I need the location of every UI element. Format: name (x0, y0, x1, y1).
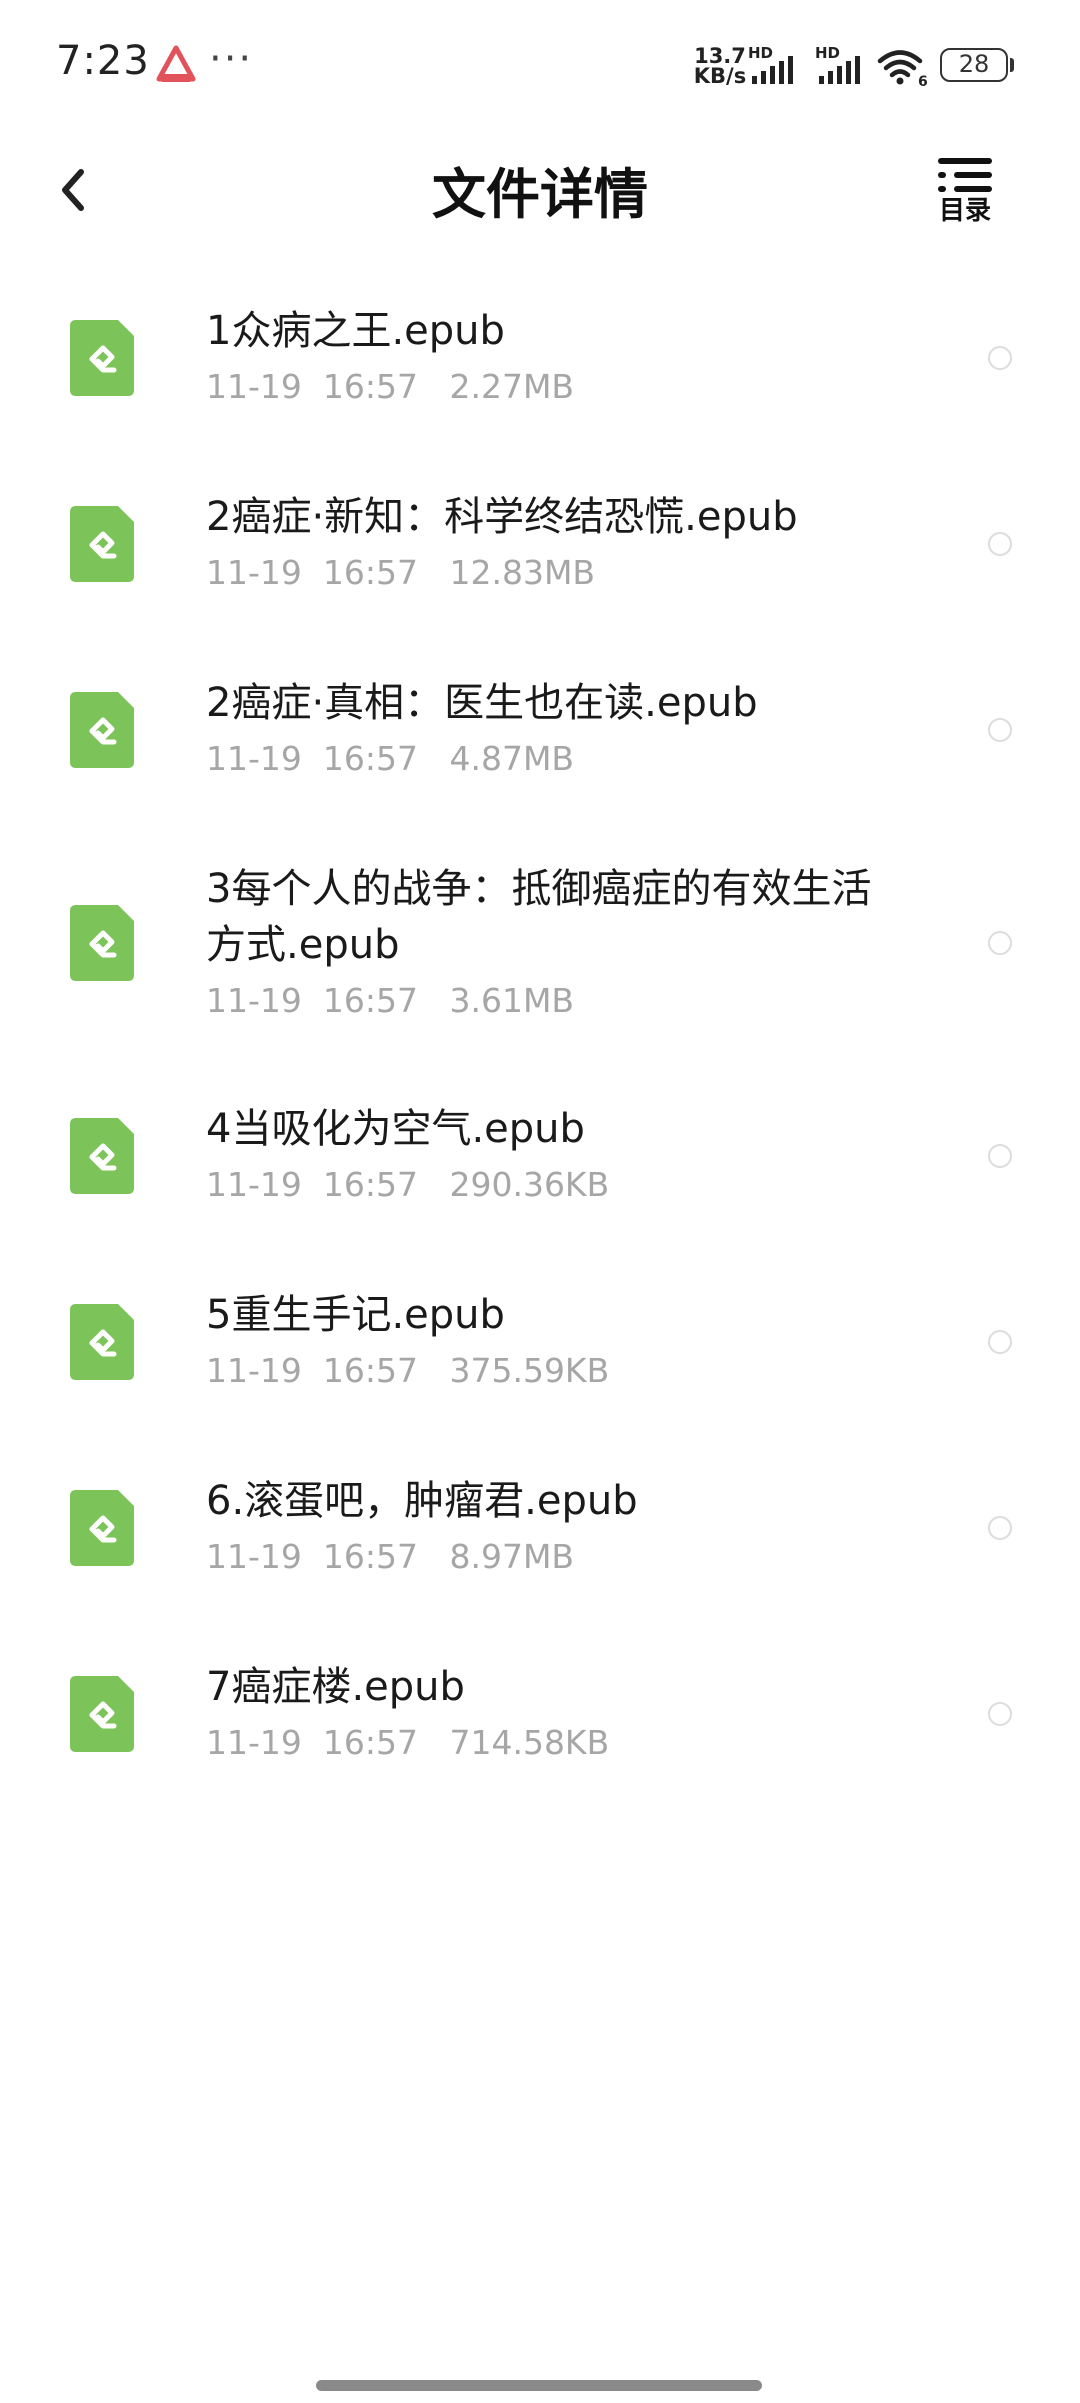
file-size: 8.97MB (449, 1537, 575, 1576)
select-radio[interactable] (988, 1330, 1012, 1354)
file-date: 11-19 (206, 553, 302, 592)
epub-file-icon (70, 905, 134, 981)
signal-2-hd-label: HD (815, 44, 840, 62)
network-speed-unit: KB/s (693, 64, 747, 88)
table-of-contents-button[interactable]: 目录 (930, 150, 1000, 230)
file-text: 4当吸化为空气.epub 11-19 16:57 290.36KB (206, 1101, 926, 1207)
page-title: 文件详情 (432, 163, 648, 226)
file-date: 11-19 (206, 981, 302, 1020)
file-date: 11-19 (206, 1723, 302, 1762)
epub-file-icon (70, 506, 134, 582)
epub-file-icon (70, 1118, 134, 1194)
file-date: 11-19 (206, 367, 302, 406)
signal-hd-label: HD (748, 44, 773, 62)
header: 文件详情 目录 (0, 140, 1080, 240)
file-time: 16:57 (322, 367, 418, 406)
list-item[interactable]: 2癌症·真相：医生也在读.epub 11-19 16:57 4.87MB (0, 637, 1080, 823)
file-name: 1众病之王.epub (206, 308, 505, 354)
file-size: 12.83MB (449, 553, 596, 592)
file-text: 2癌症·真相：医生也在读.epub 11-19 16:57 4.87MB (206, 675, 926, 781)
file-name: 6.滚蛋吧，肿瘤君.epub (206, 1478, 638, 1524)
wifi-badge: 6 (918, 74, 928, 88)
list-item[interactable]: 2癌症·新知：科学终结恐慌.epub 11-19 16:57 12.83MB (0, 451, 1080, 637)
file-list: 1众病之王.epub 11-19 16:57 2.27MB 2癌症·新知：科学终… (0, 265, 1080, 1807)
file-size: 714.58KB (449, 1723, 610, 1762)
list-icon (938, 158, 992, 192)
epub-file-icon (70, 1304, 134, 1380)
file-meta: 11-19 16:57 2.27MB (206, 365, 926, 409)
file-time: 16:57 (322, 1537, 418, 1576)
cellular-signal-2-icon: HD (815, 44, 860, 84)
file-time: 16:57 (322, 1165, 418, 1204)
list-item[interactable]: 5重生手记.epub 11-19 16:57 375.59KB (0, 1249, 1080, 1435)
list-item[interactable]: 3每个人的战争：抵御癌症的有效生活方式.epub 11-19 16:57 3.6… (0, 823, 1080, 1063)
file-meta: 11-19 16:57 12.83MB (206, 551, 926, 595)
file-name: 2癌症·真相：医生也在读.epub (206, 680, 758, 726)
file-time: 16:57 (322, 553, 418, 592)
file-size: 3.61MB (449, 981, 575, 1020)
file-size: 375.59KB (449, 1351, 610, 1390)
home-indicator[interactable] (316, 2380, 762, 2391)
status-bar: 7:23 ··· 13.7 KB/s HD HD 6 28 (0, 0, 1080, 130)
battery-level: 28 (958, 50, 990, 78)
file-name: 5重生手记.epub (206, 1292, 505, 1338)
file-size: 2.27MB (449, 367, 575, 406)
select-radio[interactable] (988, 532, 1012, 556)
battery-tip (1010, 58, 1014, 72)
file-text: 7癌症楼.epub 11-19 16:57 714.58KB (206, 1659, 926, 1765)
list-item[interactable]: 1众病之王.epub 11-19 16:57 2.27MB (0, 265, 1080, 451)
epub-file-icon (70, 1676, 134, 1752)
list-item[interactable]: 6.滚蛋吧，肿瘤君.epub 11-19 16:57 8.97MB (0, 1435, 1080, 1621)
file-meta: 11-19 16:57 3.61MB (206, 979, 906, 1023)
wifi-icon: 6 (877, 50, 928, 88)
file-date: 11-19 (206, 739, 302, 778)
select-radio[interactable] (988, 718, 1012, 742)
status-more-icon: ··· (209, 36, 254, 82)
epub-file-icon (70, 692, 134, 768)
file-name: 3每个人的战争：抵御癌症的有效生活方式.epub (206, 866, 872, 968)
file-time: 16:57 (322, 1723, 418, 1762)
app-notification-icon (156, 45, 196, 82)
select-radio[interactable] (988, 1144, 1012, 1168)
file-meta: 11-19 16:57 714.58KB (206, 1721, 926, 1765)
file-date: 11-19 (206, 1165, 302, 1204)
select-radio[interactable] (988, 1702, 1012, 1726)
file-meta: 11-19 16:57 375.59KB (206, 1349, 926, 1393)
file-name: 4当吸化为空气.epub (206, 1106, 585, 1152)
file-name: 7癌症楼.epub (206, 1664, 465, 1710)
epub-file-icon (70, 320, 134, 396)
epub-file-icon (70, 1490, 134, 1566)
file-text: 3每个人的战争：抵御癌症的有效生活方式.epub 11-19 16:57 3.6… (206, 861, 906, 1023)
select-radio[interactable] (988, 346, 1012, 370)
file-size: 4.87MB (449, 739, 575, 778)
network-speed-value: 13.7 (694, 44, 746, 68)
cellular-signal-icon: HD (748, 44, 793, 84)
file-meta: 11-19 16:57 290.36KB (206, 1163, 926, 1207)
battery-icon: 28 (940, 48, 1014, 82)
select-radio[interactable] (988, 931, 1012, 955)
file-text: 6.滚蛋吧，肿瘤君.epub 11-19 16:57 8.97MB (206, 1473, 926, 1579)
file-size: 290.36KB (449, 1165, 610, 1204)
file-time: 16:57 (322, 981, 418, 1020)
toc-label: 目录 (938, 196, 991, 226)
file-name: 2癌症·新知：科学终结恐慌.epub (206, 494, 798, 540)
list-item[interactable]: 4当吸化为空气.epub 11-19 16:57 290.36KB (0, 1063, 1080, 1249)
file-text: 1众病之王.epub 11-19 16:57 2.27MB (206, 303, 926, 409)
file-time: 16:57 (322, 739, 418, 778)
select-radio[interactable] (988, 1516, 1012, 1540)
file-date: 11-19 (206, 1351, 302, 1390)
file-time: 16:57 (322, 1351, 418, 1390)
network-speed: 13.7 KB/s (690, 44, 750, 88)
file-date: 11-19 (206, 1537, 302, 1576)
file-text: 5重生手记.epub 11-19 16:57 375.59KB (206, 1287, 926, 1393)
screen: 7:23 ··· 13.7 KB/s HD HD 6 28 文件详情 目录 1众… (0, 0, 1080, 2403)
file-meta: 11-19 16:57 4.87MB (206, 737, 926, 781)
list-item[interactable]: 7癌症楼.epub 11-19 16:57 714.58KB (0, 1621, 1080, 1807)
status-time: 7:23 (56, 38, 150, 84)
file-text: 2癌症·新知：科学终结恐慌.epub 11-19 16:57 12.83MB (206, 489, 926, 595)
file-meta: 11-19 16:57 8.97MB (206, 1535, 926, 1579)
